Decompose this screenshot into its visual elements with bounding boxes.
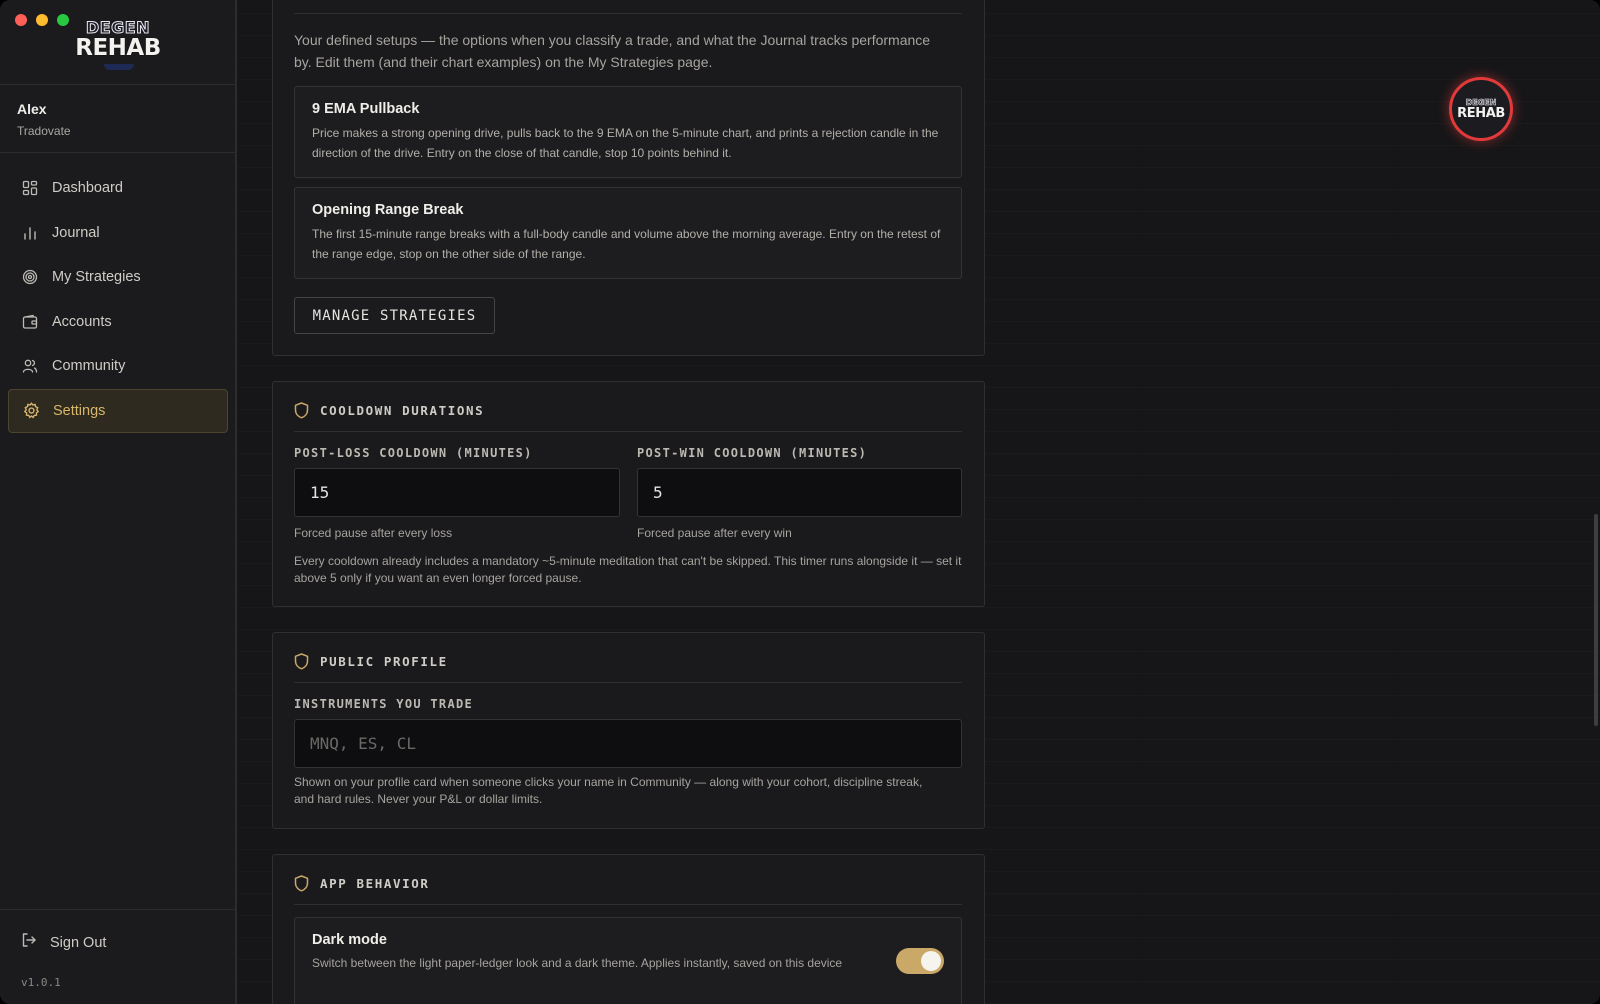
sidebar-item-label: Dashboard [52,180,123,196]
card-header: COOLDOWN DURATIONS [294,402,962,432]
post-win-cooldown-input[interactable]: 5 [637,468,962,517]
toggle-knob [921,951,941,971]
shield-icon [294,653,310,671]
cooldown-card: COOLDOWN DURATIONS POST-LOSS COOLDOWN (M… [272,381,985,607]
scrollbar-thumb[interactable] [1594,514,1598,726]
strategy-item: 9 EMA Pullback Price makes a strong open… [294,86,962,178]
card-header: PUBLIC PROFILE [294,653,962,683]
post-win-help: Forced pause after every win [637,526,792,540]
post-loss-label: POST-LOSS COOLDOWN (MINUTES) [294,446,533,460]
shield-icon [294,875,310,893]
user-name: Alex [17,101,47,117]
shield-icon [294,402,310,420]
settings-main: Your defined setups — the options when y… [237,0,1600,1004]
user-broker: Tradovate [17,124,71,138]
sidebar-item-dashboard[interactable]: Dashboard [8,166,228,210]
sidebar-item-journal[interactable]: Journal [8,211,228,255]
fab-text-bottom: REHAB [1457,105,1505,121]
divider [0,909,235,910]
strategy-item: Opening Range Break The first 15-minute … [294,187,962,279]
dark-mode-description: Switch between the light paper-ledger lo… [312,956,843,970]
divider [294,13,962,14]
sidebar: DEGEN REHAB Alex Tradovate Dashboard Jou… [0,0,237,1004]
strategies-card: Your defined setups — the options when y… [272,0,985,356]
sidebar-item-settings[interactable]: Settings [8,388,228,433]
sidebar-item-label: Journal [52,224,100,241]
strategy-description: Price makes a strong opening drive, pull… [312,126,939,160]
dark-mode-setting: Dark mode Switch between the light paper… [294,917,962,1004]
profile-help: Shown on your profile card when someone … [294,775,923,806]
logo-text-top: DEGEN [85,18,151,37]
users-icon [21,357,39,375]
card-title: COOLDOWN DURATIONS [320,403,485,418]
sign-out-label: Sign Out [50,934,107,951]
target-icon [21,268,39,286]
bar-chart-icon [21,224,39,242]
sidebar-item-accounts[interactable]: Accounts [8,300,228,344]
app-window: DEGEN REHAB Alex Tradovate Dashboard Jou… [0,0,1600,1004]
window-controls [15,14,69,26]
divider [0,152,235,153]
post-win-label: POST-WIN COOLDOWN (MINUTES) [637,446,868,460]
minimize-window-button[interactable] [36,14,48,26]
divider [0,84,235,85]
manage-strategies-button[interactable]: MANAGE STRATEGIES [294,297,495,334]
sidebar-item-label: Community [52,358,126,374]
strategy-name: 9 EMA Pullback [312,101,420,117]
sidebar-item-label: Settings [53,402,106,419]
logo-text-bottom: REHAB [75,35,161,61]
sign-out-button[interactable]: Sign Out [21,932,106,953]
post-loss-help: Forced pause after every loss [294,526,453,540]
dark-mode-toggle[interactable] [896,948,944,974]
wallet-icon [21,313,39,331]
close-window-button[interactable] [15,14,27,26]
post-loss-cooldown-input[interactable]: 15 [294,468,620,517]
logout-icon [21,932,37,953]
gear-icon [22,402,40,420]
sidebar-item-label: My Strategies [52,269,141,285]
degen-rehab-floating-button[interactable]: DEGEN REHAB [1449,77,1513,141]
card-header: APP BEHAVIOR [294,875,962,905]
public-profile-card: PUBLIC PROFILE INSTRUMENTS YOU TRADE MNQ… [272,632,985,829]
sidebar-item-community[interactable]: Community [8,344,228,388]
app-behavior-card: APP BEHAVIOR Dark mode Switch between th… [272,854,985,1004]
strategy-description: The first 15-minute range breaks with a … [312,227,941,261]
logo-swoosh [104,64,134,70]
maximize-window-button[interactable] [57,14,69,26]
cooldown-note: Every cooldown already includes a mandat… [294,554,962,585]
instruments-label: INSTRUMENTS YOU TRADE [294,697,474,711]
dark-mode-label: Dark mode [312,932,387,948]
sidebar-item-my-strategies[interactable]: My Strategies [8,255,228,299]
strategy-name: Opening Range Break [312,202,464,218]
card-title: PUBLIC PROFILE [320,654,448,669]
card-title: APP BEHAVIOR [320,876,430,891]
sidebar-nav: Dashboard Journal My Strategies Accounts [8,166,228,433]
app-logo: DEGEN REHAB [74,18,162,70]
sidebar-item-label: Accounts [52,313,112,330]
strategies-intro: Your defined setups — the options when y… [294,32,931,70]
app-version: v1.0.1 [21,976,61,989]
instruments-input[interactable]: MNQ, ES, CL [294,719,962,768]
grid-icon [21,179,39,197]
